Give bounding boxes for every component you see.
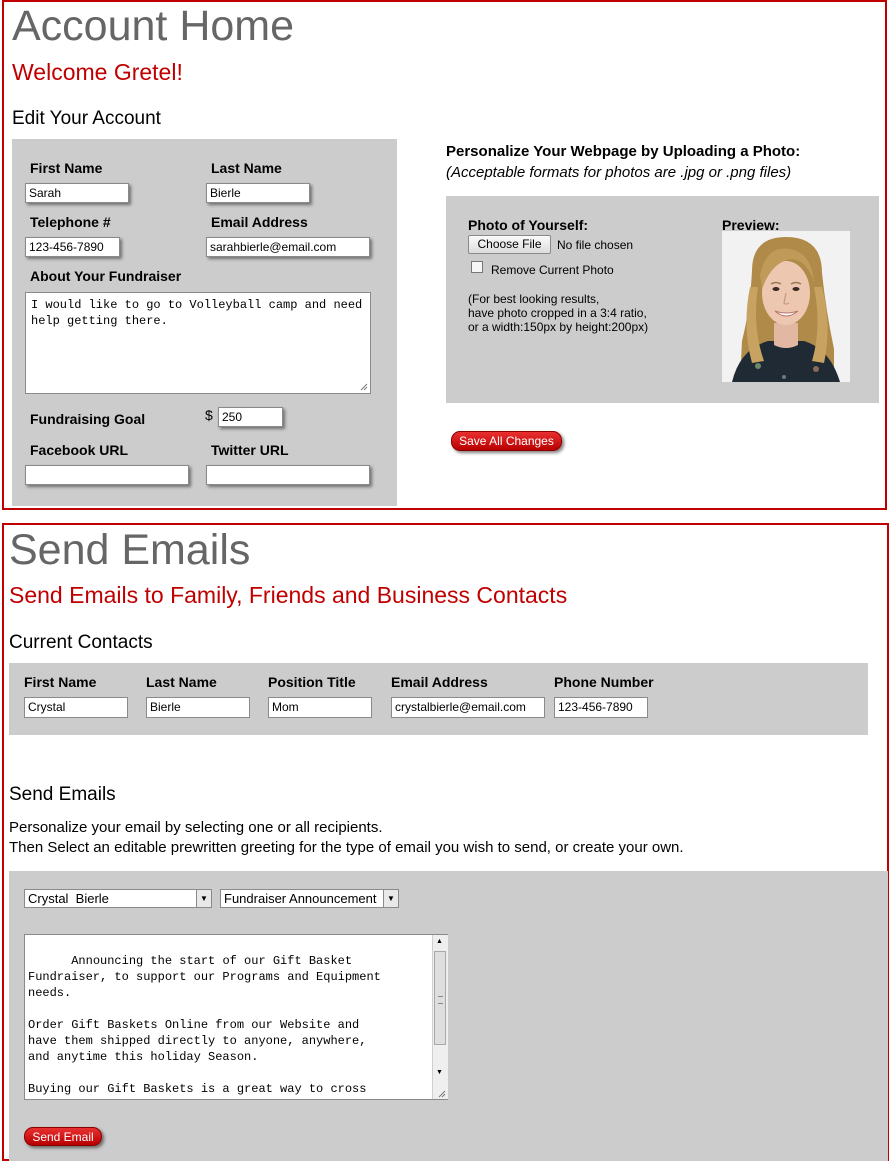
telephone-label: Telephone #: [30, 214, 111, 230]
instructions-line1: Personalize your email by selecting one …: [9, 819, 383, 836]
page-title: Account Home: [12, 2, 295, 50]
photo-upload-box: Photo of Yourself: Choose File No file c…: [446, 196, 879, 403]
send-emails-title: Send Emails: [9, 526, 251, 574]
last-name-input[interactable]: Bierle: [206, 183, 310, 203]
chevron-down-icon: ▼: [383, 890, 398, 907]
remove-photo-label: Remove Current Photo: [491, 263, 614, 277]
send-emails-subtitle: Send Emails to Family, Friends and Busin…: [9, 582, 568, 608]
contact-email-input[interactable]: crystalbierle@email.com: [391, 697, 545, 718]
send-emails-heading: Send Emails: [9, 784, 116, 805]
photo-hint-line3: or a width:150px by height:200px): [468, 320, 649, 334]
edit-account-form: First Name Last Name Sarah Bierle Teleph…: [12, 139, 397, 506]
photo-hint-line1: (For best looking results,: [468, 292, 600, 306]
instructions-line2: Then Select an editable prewritten greet…: [9, 839, 684, 856]
facebook-input[interactable]: [25, 465, 189, 485]
chevron-down-icon: ▼: [196, 890, 211, 907]
grip-icon: [438, 996, 443, 1004]
goal-currency: $: [205, 407, 213, 423]
greeting-selected-value: Fundraiser Announcement: [224, 891, 377, 906]
save-all-changes-button[interactable]: Save All Changes: [451, 431, 562, 451]
contact-phone-input[interactable]: 123-456-7890: [554, 697, 648, 718]
edit-account-heading: Edit Your Account: [12, 108, 161, 129]
send-emails-panel: Send Emails Send Emails to Family, Frien…: [2, 523, 889, 1161]
email-message-textarea[interactable]: Announcing the start of our Gift Basket …: [24, 934, 448, 1100]
first-name-label: First Name: [30, 160, 103, 176]
scroll-down-icon[interactable]: ▼: [436, 1069, 443, 1076]
choose-file-button[interactable]: Choose File: [468, 235, 551, 254]
recipient-selected-value: Crystal Bierle: [28, 891, 109, 906]
scrollbar-thumb[interactable]: [434, 951, 446, 1045]
account-home-panel: Account Home Welcome Gretel! Edit Your A…: [2, 0, 887, 510]
no-file-text: No file chosen: [557, 238, 634, 252]
contacts-header-first-name: First Name: [24, 674, 97, 690]
goal-input[interactable]: 250: [218, 407, 283, 427]
current-contacts-heading: Current Contacts: [9, 632, 153, 653]
twitter-input[interactable]: [206, 465, 370, 485]
greeting-select[interactable]: Fundraiser Announcement ▼: [220, 889, 399, 908]
contacts-table: First Name Last Name Position Title Emai…: [9, 663, 868, 735]
contacts-header-phone: Phone Number: [554, 674, 654, 690]
facebook-label: Facebook URL: [30, 442, 129, 458]
contact-first-name-input[interactable]: Crystal: [24, 697, 128, 718]
welcome-message: Welcome Gretel!: [12, 59, 183, 85]
photo-label: Photo of Yourself:: [468, 217, 589, 233]
compose-email-box: Crystal Bierle ▼ Fundraiser Announcement…: [9, 871, 888, 1161]
photo-hint-line2: have photo cropped in a 3:4 ratio,: [468, 306, 647, 320]
resize-grip-icon[interactable]: [438, 1090, 446, 1098]
contacts-header-email: Email Address: [391, 674, 488, 690]
goal-label: Fundraising Goal: [30, 411, 146, 427]
send-email-button[interactable]: Send Email: [24, 1127, 102, 1146]
telephone-input[interactable]: 123-456-7890: [25, 237, 120, 257]
twitter-label: Twitter URL: [211, 442, 289, 458]
contacts-header-position: Position Title: [268, 674, 356, 690]
photo-formats-note: (Acceptable formats for photos are .jpg …: [446, 164, 792, 181]
email-message-text: Announcing the start of our Gift Basket …: [28, 954, 381, 1099]
resize-grip-icon[interactable]: [360, 383, 368, 391]
recipient-select[interactable]: Crystal Bierle ▼: [24, 889, 212, 908]
email-input[interactable]: sarahbierle@email.com: [206, 237, 370, 257]
last-name-label: Last Name: [211, 160, 282, 176]
about-textarea[interactable]: I would like to go to Volleyball camp an…: [25, 292, 371, 394]
scroll-up-icon[interactable]: ▲: [436, 938, 443, 945]
email-label: Email Address: [211, 214, 308, 230]
remove-photo-checkbox[interactable]: [471, 261, 483, 273]
contacts-header-last-name: Last Name: [146, 674, 217, 690]
contact-position-input[interactable]: Mom: [268, 697, 372, 718]
contact-last-name-input[interactable]: Bierle: [146, 697, 250, 718]
first-name-input[interactable]: Sarah: [25, 183, 129, 203]
photo-heading: Personalize Your Webpage by Uploading a …: [446, 143, 801, 160]
about-label: About Your Fundraiser: [30, 268, 182, 284]
message-scrollbar[interactable]: ▲ ▼: [432, 935, 448, 1099]
profile-photo-preview: [722, 231, 850, 382]
